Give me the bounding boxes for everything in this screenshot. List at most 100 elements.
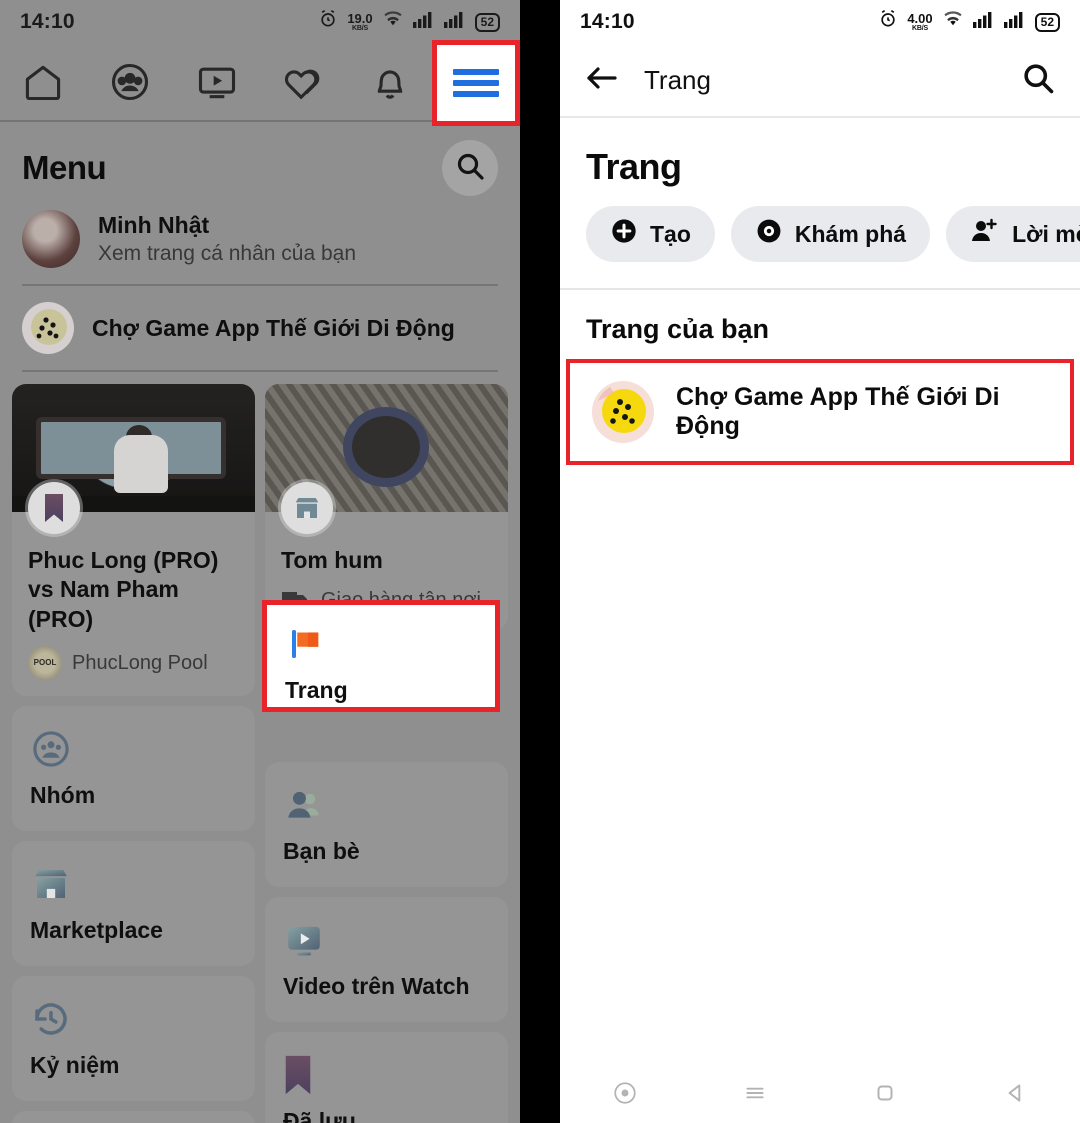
right-status-bar: 14:10 4.00 KB/S 52 [560, 0, 1080, 44]
search-button[interactable] [1020, 60, 1056, 101]
tile-ky-niem[interactable]: Kỷ niệm [12, 976, 255, 1102]
signal-bars-icon [972, 10, 995, 34]
alarm-icon [878, 9, 898, 35]
back-arrow-icon[interactable] [584, 63, 618, 98]
chip-label: Tạo [650, 220, 691, 247]
meta-avatar: POOL [28, 646, 62, 681]
feed-card[interactable]: Phuc Long (PRO) vs Nam Pham (PRO) POOL P… [12, 384, 255, 697]
tile-ban-be[interactable]: Bạn bè [265, 762, 508, 888]
right-phone-screen: 14:10 4.00 KB/S 52 Trang Trang Tạo Khám … [560, 0, 1080, 1123]
saved-bookmark-icon [283, 1052, 490, 1098]
tile-label: Trang [285, 677, 348, 703]
wifi-icon [382, 10, 404, 34]
page-shortcut-row[interactable]: Chợ Game App Thế Giới Di Động [0, 286, 520, 370]
action-chip-row: Tạo Khám phá Lời m [560, 206, 1080, 288]
alarm-icon [318, 9, 338, 35]
bookmark-icon [28, 482, 80, 534]
person-add-icon [970, 217, 1000, 251]
left-status-bar: 14:10 19.0 KB/S 52 [0, 0, 520, 44]
home-icon [21, 60, 65, 104]
tab-dating[interactable] [260, 44, 347, 120]
menu-grid-column-left: Phuc Long (PRO) vs Nam Pham (PRO) POOL P… [12, 384, 255, 1123]
watch-video-icon [283, 917, 490, 963]
page-avatar [592, 381, 654, 443]
notifications-bell-icon [368, 60, 412, 104]
status-time: 14:10 [20, 10, 75, 33]
signal-bars-icon [443, 10, 466, 34]
hamburger-menu-button-highlighted[interactable] [432, 40, 520, 126]
battery-indicator: 52 [474, 12, 500, 32]
page-heading: Trang [586, 146, 682, 187]
divider [22, 370, 498, 372]
right-android-nav-bar [560, 1067, 1080, 1123]
tile-dating[interactable] [12, 1111, 255, 1123]
avatar [22, 210, 80, 268]
friends-icon [283, 782, 490, 828]
tile-label: Kỷ niệm [30, 1052, 120, 1079]
memories-clock-icon [30, 996, 237, 1042]
lobster-listing-thumbnail [265, 384, 508, 534]
chip-label: Khám phá [794, 220, 907, 247]
tab-video[interactable] [173, 44, 260, 120]
tile-trang-highlighted[interactable]: Trang [262, 600, 500, 712]
back-triangle-icon[interactable] [1002, 1080, 1028, 1111]
tile-label: Bạn bè [283, 838, 360, 865]
recents-icon[interactable] [742, 1080, 768, 1111]
card-meta-text: PhucLong Pool [72, 651, 208, 674]
page-name: Chợ Game App Thế Giới Di Động [676, 383, 1000, 440]
home-square-icon[interactable] [872, 1080, 898, 1111]
chip-loi-moi[interactable]: Lời mời [946, 206, 1080, 262]
battery-indicator: 52 [1034, 12, 1060, 32]
status-time: 14:10 [580, 10, 635, 33]
profile-name: Minh Nhật [98, 211, 210, 238]
tile-label: Marketplace [30, 917, 163, 944]
chip-tao[interactable]: Tạo [586, 206, 715, 262]
search-icon [454, 150, 486, 187]
tab-notifications[interactable] [347, 44, 434, 120]
profile-row[interactable]: Minh Nhật Xem trang cá nhân của bạn [0, 202, 520, 284]
card-title: Phuc Long (PRO) vs Nam Pham (PRO) [28, 547, 219, 632]
page-avatar [22, 302, 74, 354]
video-icon [195, 60, 239, 104]
groups-icon [30, 726, 237, 772]
billiards-match-thumbnail [12, 384, 255, 534]
network-speed: 19.0 KB/S [347, 11, 373, 32]
chip-label: Lời mời [1012, 220, 1080, 247]
tile-nhom[interactable]: Nhóm [12, 706, 255, 832]
tab-friends[interactable] [87, 44, 174, 120]
hamburger-menu-icon [453, 64, 499, 102]
pages-flag-icon [285, 621, 477, 667]
right-app-bar: Trang [560, 44, 1080, 118]
search-icon [1020, 63, 1056, 100]
tile-label: Video trên Watch [283, 973, 470, 1000]
tile-marketplace[interactable]: Marketplace [12, 841, 255, 967]
tab-home[interactable] [0, 44, 87, 120]
menu-grid-column-right: Tom hum Giao hàng tận nơi [265, 384, 508, 1123]
signal-bars-icon [1003, 10, 1026, 34]
page-title: Menu [22, 149, 107, 186]
left-phone-screen: 14:10 19.0 KB/S 52 Menu Minh Nhật Xem tr… [0, 0, 520, 1123]
tile-label: Đã lưu [283, 1108, 356, 1123]
chip-kham-pha[interactable]: Khám phá [730, 206, 931, 262]
screenshot-stage: 14:10 19.0 KB/S 52 Menu Minh Nhật Xem tr… [0, 0, 1080, 1123]
menu-search-button[interactable] [442, 140, 498, 196]
dating-heart-icon [281, 60, 325, 104]
card-title: Tom hum [281, 547, 383, 573]
panel-divider [520, 0, 560, 1123]
wifi-icon [942, 10, 964, 34]
tile-video-watch[interactable]: Video trên Watch [265, 897, 508, 1023]
page-shortcut-label: Chợ Game App Thế Giới Di Động [92, 314, 455, 341]
explore-icon [755, 217, 783, 251]
left-screen-content: 14:10 19.0 KB/S 52 Menu Minh Nhật Xem tr… [0, 0, 520, 1123]
page-list-item-highlighted[interactable]: Chợ Game App Thế Giới Di Động [566, 359, 1074, 465]
profile-subtitle: Xem trang cá nhân của bạn [98, 241, 357, 265]
marketplace-icon [30, 861, 237, 907]
marketplace-card[interactable]: Tom hum Giao hàng tận nơi [265, 384, 508, 631]
assistant-dot-icon[interactable] [612, 1080, 638, 1111]
friends-icon [108, 60, 152, 104]
section-title: Trang của bạn [586, 314, 770, 344]
signal-bars-icon [412, 10, 435, 34]
network-speed: 4.00 KB/S [907, 11, 933, 32]
tile-da-luu[interactable]: Đã lưu [265, 1032, 508, 1123]
menu-header: Menu [0, 122, 520, 202]
